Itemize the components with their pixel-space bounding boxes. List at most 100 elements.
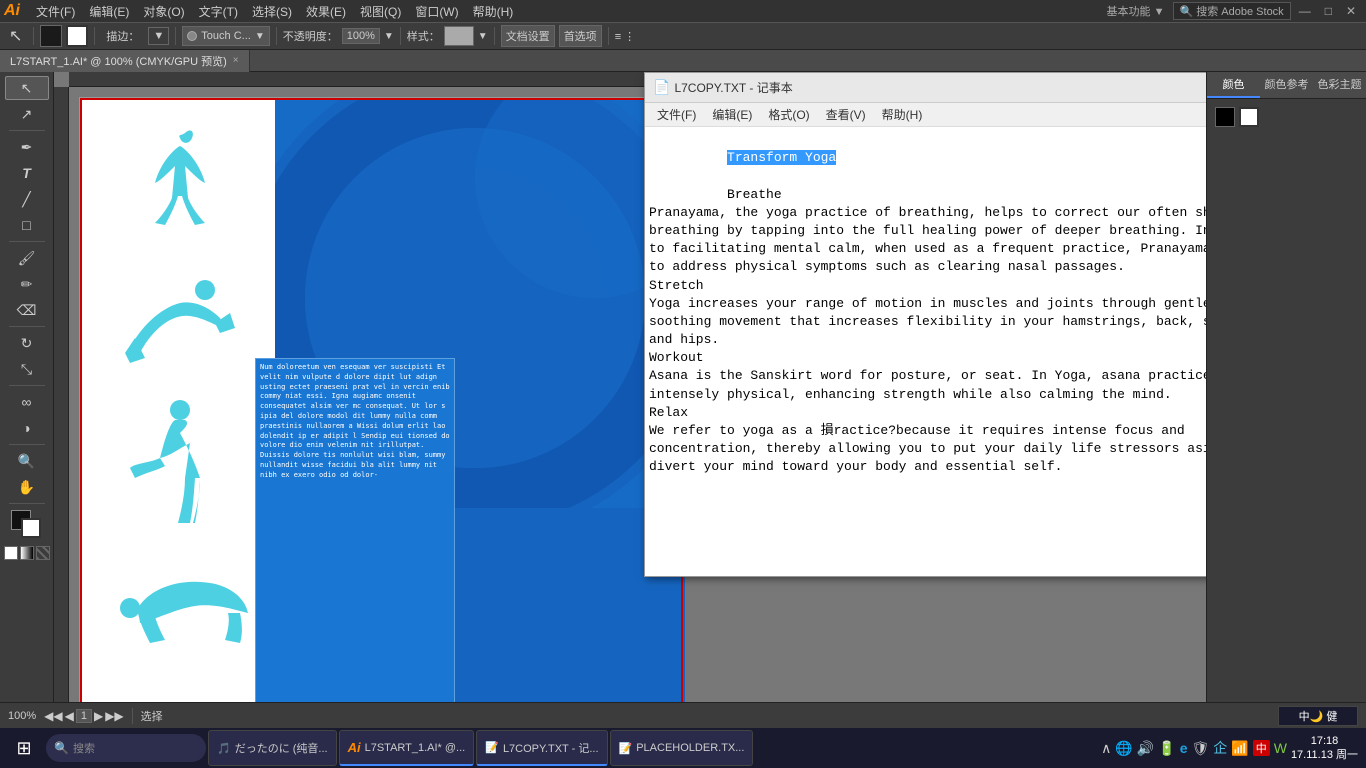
tray-antivirus[interactable]: 🛡 <box>1192 740 1210 757</box>
fill-swatch[interactable] <box>1215 107 1235 127</box>
document-tab[interactable]: L7START_1.AI* @ 100% (CMYK/GPU 预览) × <box>0 50 250 72</box>
notepad-text[interactable]: Transform Yoga Breathe Pranayama, the yo… <box>645 127 1206 576</box>
gradient-mode[interactable] <box>20 546 34 560</box>
fill-color[interactable] <box>40 25 62 47</box>
doc-settings-btn[interactable]: 文档设置 <box>501 25 555 47</box>
notepad-menu-view[interactable]: 查看(V) <box>818 104 874 125</box>
color-guide-tab[interactable]: 颜色参考 <box>1260 72 1313 98</box>
taskbar-music-label: だったのに (纯音... <box>235 740 328 756</box>
rect-tool[interactable]: □ <box>5 213 49 237</box>
stroke-swatch[interactable] <box>1239 107 1259 127</box>
hand-tool[interactable]: ✋ <box>5 475 49 499</box>
menu-window[interactable]: 窗口(W) <box>409 1 464 22</box>
pencil-tool[interactable]: ✏ <box>5 272 49 296</box>
search-stock[interactable]: 🔍 搜索 Adobe Stock <box>1173 2 1291 20</box>
touch-icon <box>187 31 197 41</box>
stroke-color[interactable] <box>66 25 88 47</box>
stroke-dropdown[interactable]: ▼ <box>148 27 169 45</box>
tray-network[interactable]: 🌐 <box>1115 740 1132 757</box>
tray-ie[interactable]: e <box>1180 740 1188 756</box>
touch-container[interactable]: Touch C... ▼ <box>182 26 269 46</box>
page-next-one-btn[interactable]: ▶ <box>94 709 103 723</box>
selection-info: 选择 <box>141 708 163 724</box>
tray-clock[interactable]: 17:18 17.11.13 周一 <box>1291 734 1358 763</box>
menu-edit[interactable]: 编辑(E) <box>83 1 135 22</box>
panel-content <box>1207 99 1366 141</box>
more-options[interactable]: ≡ ⋮ <box>615 30 635 43</box>
taskbar-notepad-btn[interactable]: 📝 L7COPY.TXT - 记... <box>476 730 607 766</box>
select-tool[interactable]: ↖ <box>4 23 27 49</box>
touch-dropdown-icon[interactable]: ▼ <box>255 31 265 42</box>
style-label: 样式： <box>407 28 440 44</box>
menu-select[interactable]: 选择(S) <box>246 1 298 22</box>
type-tool[interactable]: T <box>5 161 49 185</box>
style-dropdown[interactable]: ▼ <box>478 31 488 42</box>
start-button[interactable]: ⊞ <box>4 730 44 766</box>
tool-sep3 <box>9 326 45 327</box>
sep3 <box>175 27 176 45</box>
notepad-titlebar[interactable]: 📄 L7COPY.TXT - 记事本 — □ ✕ <box>645 73 1206 103</box>
color-tab[interactable]: 颜色 <box>1207 72 1260 98</box>
color-themes-tab[interactable]: 色彩主题 <box>1313 72 1366 98</box>
minimize-btn[interactable]: — <box>1293 4 1317 18</box>
notepad-menu-file[interactable]: 文件(F) <box>649 104 704 125</box>
canvas-area[interactable]: Num doloreetum ven esequam ver suscipist… <box>54 72 1206 702</box>
page-prev-one-btn[interactable]: ◀ <box>65 709 74 723</box>
tray-battery[interactable]: 🔋 <box>1158 740 1175 757</box>
taskbar-placeholder-btn[interactable]: 📝 PLACEHOLDER.TX... <box>610 730 754 766</box>
tray-ime-cn[interactable]: 中 <box>1253 740 1270 756</box>
document-tab-bar: L7START_1.AI* @ 100% (CMYK/GPU 预览) × <box>0 50 1366 72</box>
pen-tool[interactable]: ✒ <box>5 135 49 159</box>
zoom-level[interactable]: 100% <box>8 710 36 722</box>
doc-tab-close[interactable]: × <box>233 55 239 66</box>
taskbar-search-box[interactable]: 🔍 搜索 <box>46 734 206 762</box>
page-next-btn[interactable]: ▶▶ <box>105 709 123 723</box>
close-btn[interactable]: ✕ <box>1340 4 1362 18</box>
normal-mode[interactable] <box>4 546 18 560</box>
menu-file[interactable]: 文件(F) <box>30 1 81 22</box>
menu-type[interactable]: 文字(T) <box>193 1 244 22</box>
color-selector[interactable] <box>9 508 45 540</box>
paintbrush-tool[interactable]: 🖌 <box>5 246 49 270</box>
workspace-label[interactable]: 基本功能 ▼ <box>1101 3 1171 19</box>
notepad-menu-edit[interactable]: 编辑(E) <box>704 104 760 125</box>
notepad-menu-format[interactable]: 格式(O) <box>760 104 817 125</box>
preferences-btn[interactable]: 首选项 <box>559 25 602 47</box>
panel-tabs: 颜色 颜色参考 色彩主题 <box>1207 72 1366 99</box>
selection-tool[interactable]: ↖ <box>5 76 49 100</box>
taskbar-music-btn[interactable]: 🎵 だったのに (纯音... <box>208 730 337 766</box>
tray-wechat[interactable]: W <box>1274 740 1287 756</box>
menu-object[interactable]: 对象(O) <box>137 1 190 22</box>
tray-expand[interactable]: ∧ <box>1101 740 1111 757</box>
menu-view[interactable]: 视图(Q) <box>354 1 407 22</box>
menu-help[interactable]: 帮助(H) <box>467 1 520 22</box>
line-tool[interactable]: ╱ <box>5 187 49 211</box>
menu-effect[interactable]: 效果(E) <box>300 1 352 22</box>
blend-tool[interactable]: ∞ <box>5 390 49 414</box>
style-preview[interactable] <box>444 26 474 46</box>
eraser-tool[interactable]: ⌫ <box>5 298 49 322</box>
gradient-tool[interactable]: ◑ <box>5 416 49 440</box>
maximize-btn[interactable]: □ <box>1319 4 1338 18</box>
notepad-menu-help[interactable]: 帮助(H) <box>874 104 931 125</box>
main-area: ↖ ↗ ✒ T ╱ □ 🖌 ✏ ⌫ ↻ ⤡ ∞ ◑ 🔍 ✋ <box>0 72 1366 702</box>
opacity-value[interactable]: 100% <box>342 28 380 44</box>
tray-time-value: 17:18 <box>1291 734 1358 748</box>
rotate-tool[interactable]: ↻ <box>5 331 49 355</box>
ruler-left <box>54 87 69 702</box>
tool-sep6 <box>9 503 45 504</box>
opacity-label: 不透明度： <box>283 28 338 44</box>
taskbar-ai-btn[interactable]: Ai L7START_1.AI* @... <box>339 730 475 766</box>
tray-extra[interactable]: 📶 <box>1231 740 1248 757</box>
stroke-box <box>21 518 41 538</box>
scale-tool[interactable]: ⤡ <box>5 357 49 381</box>
tray-qq[interactable]: 企 <box>1213 738 1227 758</box>
tool-sep2 <box>9 241 45 242</box>
tray-sound[interactable]: 🔊 <box>1137 740 1154 757</box>
zoom-tool[interactable]: 🔍 <box>5 449 49 473</box>
page-number[interactable]: 1 <box>76 709 92 723</box>
opacity-dropdown[interactable]: ▼ <box>384 31 394 42</box>
no-fill-mode[interactable] <box>36 546 50 560</box>
page-prev-btn[interactable]: ◀◀ <box>44 709 62 723</box>
direct-select-tool[interactable]: ↗ <box>5 102 49 126</box>
